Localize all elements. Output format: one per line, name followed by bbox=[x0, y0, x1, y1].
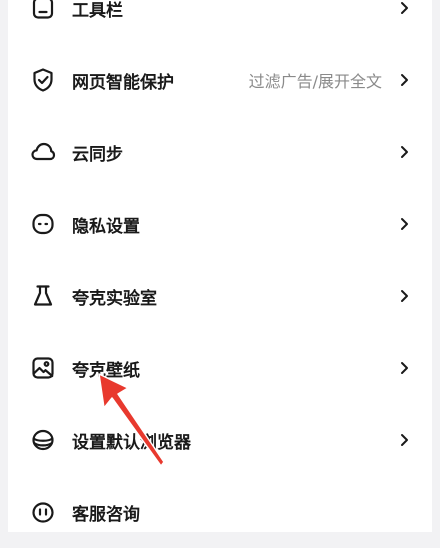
chevron-right-icon bbox=[398, 72, 410, 88]
menu-item-label: 网页智能保护 bbox=[72, 72, 174, 93]
menu-item-label: 云同步 bbox=[72, 144, 123, 165]
menu-item-privacy-settings[interactable]: 隐私设置 bbox=[8, 188, 432, 260]
privacy-mask-icon bbox=[30, 211, 56, 237]
menu-item-cloud-sync[interactable]: 云同步 bbox=[8, 116, 432, 188]
menu-item-toolbar[interactable]: 工具栏 bbox=[8, 0, 432, 44]
chevron-right-icon bbox=[398, 360, 410, 376]
menu-item-label: 隐私设置 bbox=[72, 216, 140, 237]
chevron-right-icon bbox=[398, 432, 410, 448]
shield-check-icon bbox=[30, 67, 56, 93]
menu-item-quark-lab[interactable]: 夸克实验室 bbox=[8, 260, 432, 332]
menu-item-customer-service[interactable]: 客服咨询 bbox=[8, 476, 432, 548]
browser-icon bbox=[30, 427, 56, 453]
menu-item-label: 工具栏 bbox=[72, 0, 123, 21]
menu-item-default-browser[interactable]: 设置默认浏览器 bbox=[8, 404, 432, 476]
customer-service-icon bbox=[30, 499, 56, 525]
menu-item-label: 夸克壁纸 bbox=[72, 360, 140, 381]
menu-item-label: 夸克实验室 bbox=[72, 288, 157, 309]
menu-item-smart-protection[interactable]: 网页智能保护 过滤广告/展开全文 bbox=[8, 44, 432, 116]
flask-icon bbox=[30, 283, 56, 309]
menu-item-label: 客服咨询 bbox=[72, 504, 140, 525]
chevron-right-icon bbox=[398, 144, 410, 160]
menu-item-label: 设置默认浏览器 bbox=[72, 432, 191, 453]
wallpaper-icon bbox=[30, 355, 56, 381]
menu-item-quark-wallpaper[interactable]: 夸克壁纸 bbox=[8, 332, 432, 404]
settings-list: 工具栏 网页智能保护 过滤广告/展开全文 云同步 隐私设置 夸克实验室 夸克壁纸… bbox=[8, 0, 432, 532]
smart-protection-status: 过滤广告/展开全文 bbox=[248, 72, 382, 91]
toolbar-icon bbox=[30, 0, 56, 21]
chevron-right-icon bbox=[398, 288, 410, 304]
chevron-right-icon bbox=[398, 216, 410, 232]
cloud-icon bbox=[30, 139, 56, 165]
chevron-right-icon bbox=[398, 0, 410, 16]
